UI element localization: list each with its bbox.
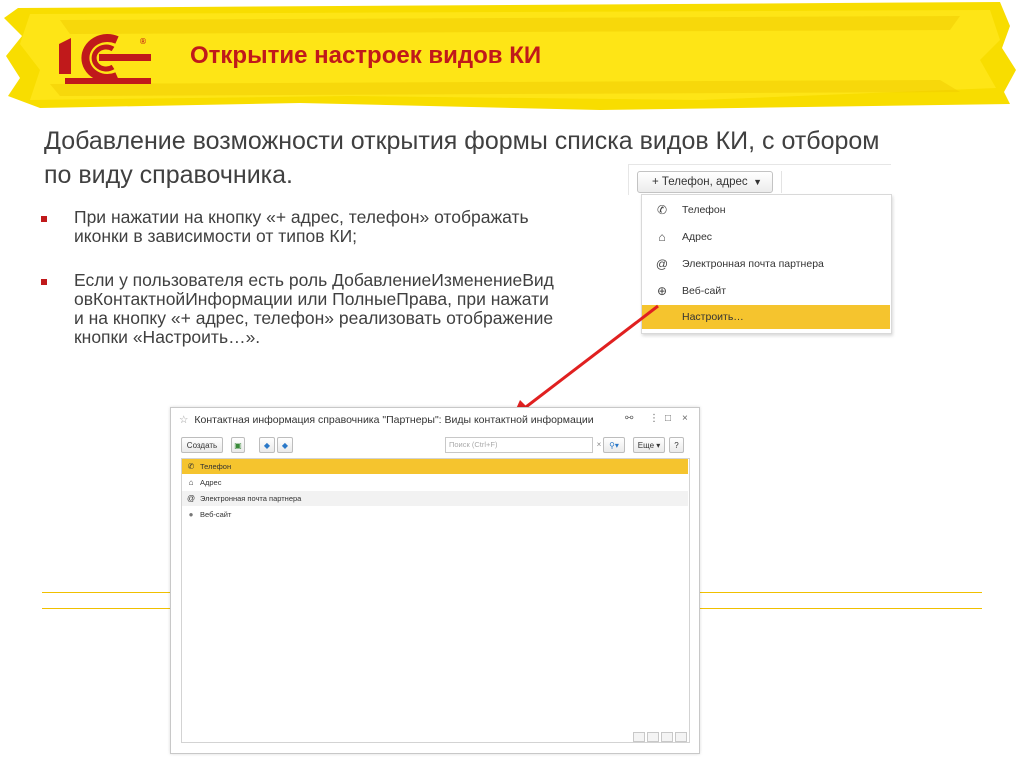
divider-line	[698, 608, 982, 609]
star-icon[interactable]: ☆	[179, 414, 188, 426]
contact-kinds-window: ☆ Контактная информация справочника "Парт…	[170, 407, 700, 754]
home-icon: ⌂	[188, 478, 194, 487]
row-label: Адрес	[200, 478, 222, 487]
row-label: Электронная почта партнера	[200, 494, 302, 503]
add-contact-button-label: + Телефон, адрес	[652, 176, 748, 188]
phone-icon: ✆	[187, 462, 195, 471]
menu-item-email[interactable]: @ Электронная почта партнера	[642, 252, 890, 276]
menu-item-label: Электронная почта партнера	[682, 258, 824, 270]
copy-icon[interactable]: ▣	[231, 437, 245, 453]
nav-last-icon[interactable]	[675, 732, 687, 742]
row-label: Веб-сайт	[200, 510, 232, 519]
nav-prev-icon[interactable]	[647, 732, 659, 742]
divider-line	[42, 608, 172, 609]
phone-icon: ✆	[656, 203, 668, 217]
maximize-icon[interactable]: □	[665, 413, 671, 424]
at-icon: @	[186, 494, 196, 503]
table-row[interactable]: ⌂ Адрес	[182, 475, 688, 490]
nav-next-icon[interactable]	[661, 732, 673, 742]
caret-down-icon: ▼	[753, 177, 762, 187]
close-icon[interactable]: ×	[682, 413, 688, 424]
move-down-icon[interactable]: ◆	[277, 437, 293, 453]
more-vert-icon[interactable]: ⋮	[649, 413, 659, 424]
window-title: Контактная информация справочника "Партн…	[194, 414, 594, 426]
help-button[interactable]: ?	[669, 437, 684, 453]
logo-1c: ®	[59, 34, 151, 84]
add-contact-button[interactable]: + Телефон, адрес ▼	[637, 171, 773, 193]
bullet-list: При нажатии на кнопку «+ адрес, телефон»…	[38, 208, 558, 372]
at-icon: @	[655, 257, 669, 271]
search-clear-icon[interactable]: ×	[595, 437, 603, 453]
create-button[interactable]: Создать	[181, 437, 223, 453]
dropdown-toolbar: + Телефон, адрес ▼	[628, 164, 891, 195]
bullet-text: При нажатии на кнопку «+ адрес, телефон»…	[74, 207, 529, 246]
bullet-text: Если у пользователя есть роль Добавление…	[74, 270, 554, 347]
menu-item-label: Телефон	[682, 204, 726, 216]
toolbar-separator	[781, 171, 782, 193]
bullet-item: Если у пользователя есть роль Добавление…	[38, 271, 558, 347]
slide-title: Открытие настроек видов КИ	[190, 42, 542, 69]
search-input[interactable]: Поиск (Ctrl+F)	[445, 437, 593, 453]
link-icon[interactable]: ⚯	[625, 413, 633, 424]
home-icon: ⌂	[658, 230, 666, 244]
table-row[interactable]: ✆ Телефон	[182, 459, 688, 474]
window-title-bar: ☆ Контактная информация справочника "Парт…	[179, 414, 594, 426]
menu-item-label: Адрес	[682, 231, 713, 243]
menu-item-label: Веб-сайт	[682, 285, 726, 297]
divider-line	[42, 592, 172, 593]
bullet-marker	[41, 216, 47, 222]
svg-text:®: ®	[139, 37, 147, 46]
globe-icon: ●	[188, 510, 194, 519]
table-row[interactable]: @ Электронная почта партнера	[182, 491, 688, 506]
bullet-item: При нажатии на кнопку «+ адрес, телефон»…	[38, 208, 558, 246]
move-up-icon[interactable]: ◆	[259, 437, 275, 453]
menu-item-address[interactable]: ⌂ Адрес	[642, 225, 890, 249]
bullet-marker	[41, 279, 47, 285]
menu-item-phone[interactable]: ✆ Телефон	[642, 198, 890, 222]
menu-item-label: Настроить…	[682, 311, 744, 323]
table-row[interactable]: ● Веб-сайт	[182, 507, 688, 522]
divider-line	[698, 592, 982, 593]
row-label: Телефон	[200, 462, 232, 471]
more-button[interactable]: Еще ▾	[633, 437, 665, 453]
nav-first-icon[interactable]	[633, 732, 645, 742]
kinds-table: ✆ Телефон ⌂ Адрес @ Электронная почта па…	[181, 458, 690, 743]
search-icon[interactable]: ⚲▾	[603, 437, 625, 453]
